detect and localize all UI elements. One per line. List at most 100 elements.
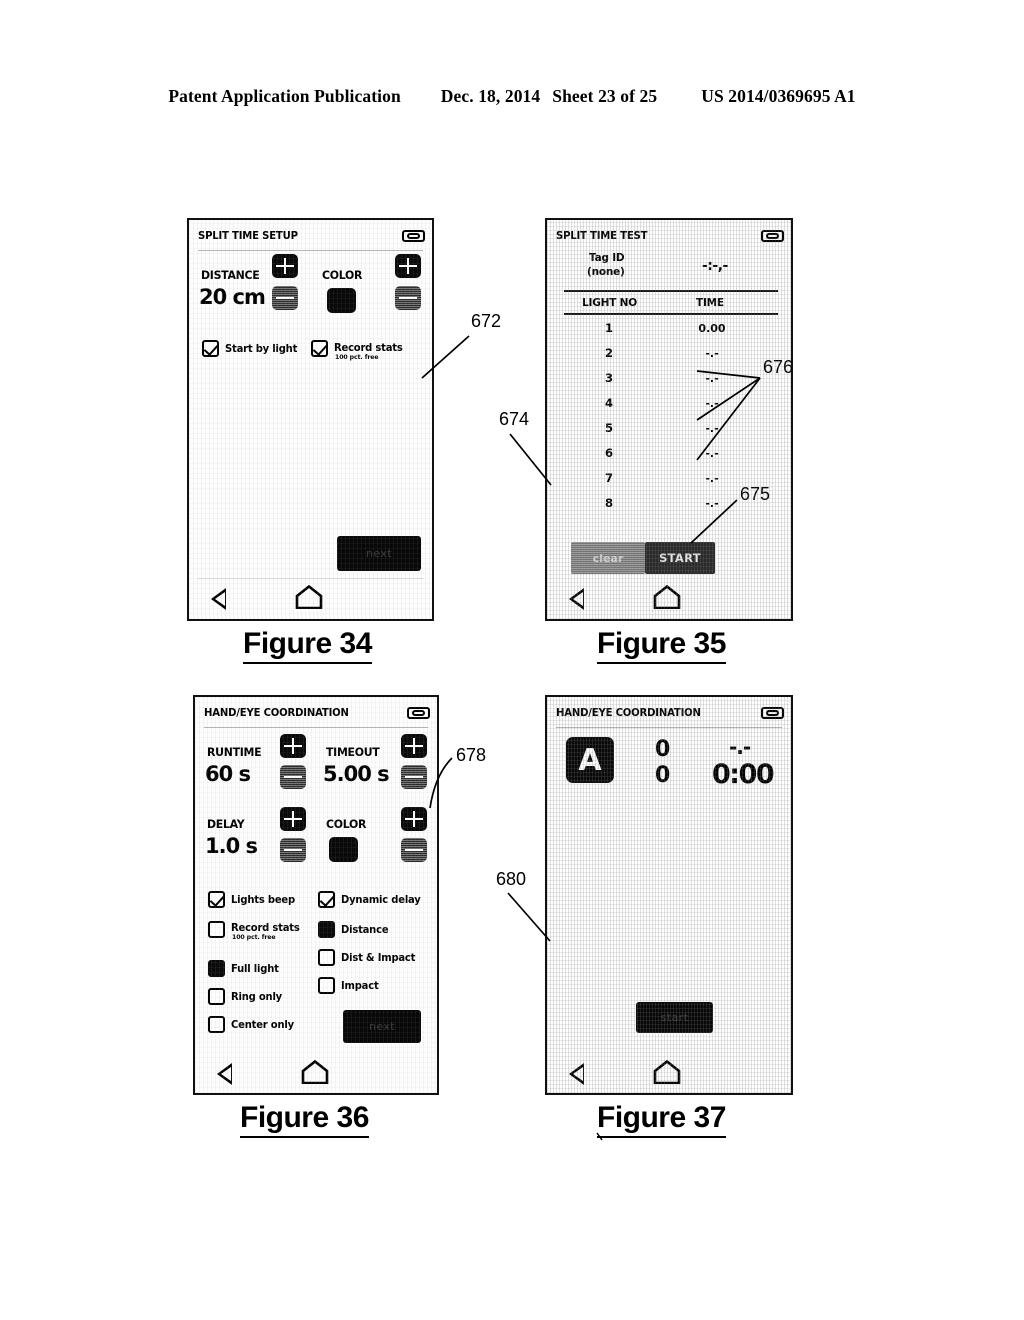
fig36-title-divider: [204, 727, 428, 728]
back-icon[interactable]: [217, 1063, 232, 1085]
table-row: -.-: [705, 447, 719, 460]
leader-lines: [421, 335, 761, 1141]
fig36-titlebar: HAND/EYE COORDINATION: [204, 703, 430, 722]
fig35-clear-button-label: clear: [592, 551, 624, 565]
fig36-radio-impact[interactable]: [318, 977, 335, 994]
table-row: -.-: [705, 472, 719, 485]
fig37-split-display: -.-: [729, 735, 751, 759]
fig35-table-bottom-rule: [564, 313, 778, 316]
fig36-delay-plus-button[interactable]: [280, 807, 306, 831]
fig35-column-light-no: LIGHT NO: [582, 297, 637, 309]
fig36-radio-dist-and-impact[interactable]: [318, 949, 335, 966]
patent-publication-label: Patent Application Publication: [168, 86, 401, 106]
patent-number: US 2014/0369695 A1: [701, 86, 856, 106]
fig34-distance-label: DISTANCE: [201, 268, 260, 282]
fig34-checkbox-record-stats-label: Record stats: [334, 342, 403, 354]
fig36-radio-ring-only[interactable]: [208, 988, 225, 1005]
fig36-next-button-label: next: [369, 1020, 395, 1033]
fig34-checkbox-record-stats[interactable]: [311, 340, 328, 357]
fig35-table-top-rule: [564, 290, 778, 293]
fig36-runtime-minus-button[interactable]: [280, 765, 306, 789]
fig34-color-label: COLOR: [322, 268, 363, 282]
back-icon[interactable]: [569, 1063, 584, 1085]
fig36-timeout-plus-button[interactable]: [401, 734, 427, 758]
fig35-clear-button[interactable]: clear: [571, 542, 645, 574]
fig35-tag-id-label: Tag ID: [589, 251, 625, 264]
fig37-action-button[interactable]: start: [636, 1002, 713, 1033]
fig36-checkbox-record-stats-label: Record stats: [231, 922, 300, 934]
battery-charging-icon: [402, 229, 425, 242]
fig36-radio-dist-and-impact-label: Dist & Impact: [341, 952, 416, 964]
fig36-timeout-minus-button[interactable]: [401, 765, 427, 789]
fig34-color-plus-button[interactable]: [395, 254, 421, 278]
table-row: 2: [604, 346, 613, 360]
fig36-runtime-value: 60 s: [205, 762, 251, 786]
patent-date: Dec. 18, 2014: [440, 86, 541, 106]
fig36-checkbox-lights-beep-label: Lights beep: [231, 894, 295, 906]
fig36-checkbox-lights-beep[interactable]: [208, 891, 225, 908]
table-row: 8: [604, 496, 613, 510]
fig36-color-minus-button[interactable]: [401, 838, 427, 862]
fig36-checkbox-record-stats-sublabel: 100 pct. free: [232, 934, 276, 941]
fig36-delay-value: 1.0 s: [205, 834, 258, 858]
back-icon[interactable]: [211, 588, 226, 610]
fig36-timeout-value: 5.00 s: [323, 762, 390, 786]
fig36-checkbox-dynamic-delay[interactable]: [318, 891, 335, 908]
fig36-title: HAND/EYE COORDINATION: [204, 706, 349, 719]
fig34-color-minus-button[interactable]: [395, 286, 421, 310]
fig35-start-button[interactable]: START: [645, 542, 715, 574]
fig36-color-plus-button[interactable]: [401, 807, 427, 831]
fig34-distance-plus-button[interactable]: [272, 254, 298, 278]
back-icon[interactable]: [569, 588, 584, 610]
table-row: 6: [604, 446, 613, 460]
fig36-runtime-plus-button[interactable]: [280, 734, 306, 758]
fig36-color-label: COLOR: [326, 817, 367, 831]
fig35-phone-frame: SPLIT TIME TEST Tag ID (none) -:-,- LIGH…: [545, 218, 793, 621]
fig37-title-divider: [556, 727, 782, 728]
fig36-radio-distance-label: Distance: [341, 924, 389, 936]
fig36-radio-distance[interactable]: [318, 921, 335, 938]
fig36-radio-full-light[interactable]: [208, 960, 225, 977]
fig36-radio-center-only[interactable]: [208, 1016, 225, 1033]
fig36-checkbox-record-stats[interactable]: [208, 921, 225, 938]
fig36-next-button[interactable]: next: [343, 1010, 421, 1043]
fig36-color-swatch[interactable]: [329, 837, 358, 862]
fig36-timeout-label: TIMEOUT: [326, 745, 380, 759]
fig35-caption: Figure 35: [597, 627, 726, 664]
fig36-radio-ring-only-label: Ring only: [231, 991, 282, 1003]
home-icon[interactable]: [653, 1060, 681, 1084]
fig34-title-divider: [198, 250, 423, 251]
fig34-checkbox-start-by-light-label: Start by light: [225, 343, 298, 355]
table-row: 0.00: [698, 322, 726, 335]
fig34-next-button-label: next: [366, 547, 392, 560]
fig34-next-button[interactable]: next: [337, 536, 421, 571]
fig35-title: SPLIT TIME TEST: [556, 229, 648, 242]
fig34-distance-minus-button[interactable]: [272, 286, 298, 310]
table-row: 5: [604, 421, 613, 435]
battery-charging-icon: [407, 706, 430, 719]
table-row: -.-: [705, 422, 719, 435]
table-row: -.-: [705, 397, 719, 410]
fig34-color-swatch[interactable]: [327, 288, 356, 313]
fig34-titlebar: SPLIT TIME SETUP: [198, 226, 425, 245]
fig35-column-time: TIME: [696, 297, 724, 309]
battery-charging-icon: [761, 229, 784, 242]
fig36-phone-frame: HAND/EYE COORDINATION RUNTIME 60 s TIMEO…: [193, 695, 439, 1095]
table-row: 7: [604, 471, 613, 485]
reference-numeral-678: 678: [456, 745, 487, 765]
fig36-delay-minus-button[interactable]: [280, 838, 306, 862]
fig34-checkbox-start-by-light[interactable]: [202, 340, 219, 357]
fig35-start-button-label: START: [659, 551, 701, 565]
fig37-title: HAND/EYE COORDINATION: [556, 706, 701, 719]
table-row: 3: [604, 371, 613, 385]
patent-header: Patent Application Publication Dec. 18, …: [0, 86, 1024, 107]
fig36-radio-center-only-label: Center only: [231, 1019, 294, 1031]
home-icon[interactable]: [653, 585, 681, 609]
fig35-tag-id-value: (none): [587, 265, 625, 278]
home-icon[interactable]: [301, 1060, 329, 1084]
table-row: 4: [604, 396, 613, 410]
table-row: -.-: [705, 347, 719, 360]
fig36-runtime-label: RUNTIME: [207, 745, 262, 759]
home-icon[interactable]: [295, 585, 323, 609]
fig35-titlebar: SPLIT TIME TEST: [556, 226, 784, 245]
